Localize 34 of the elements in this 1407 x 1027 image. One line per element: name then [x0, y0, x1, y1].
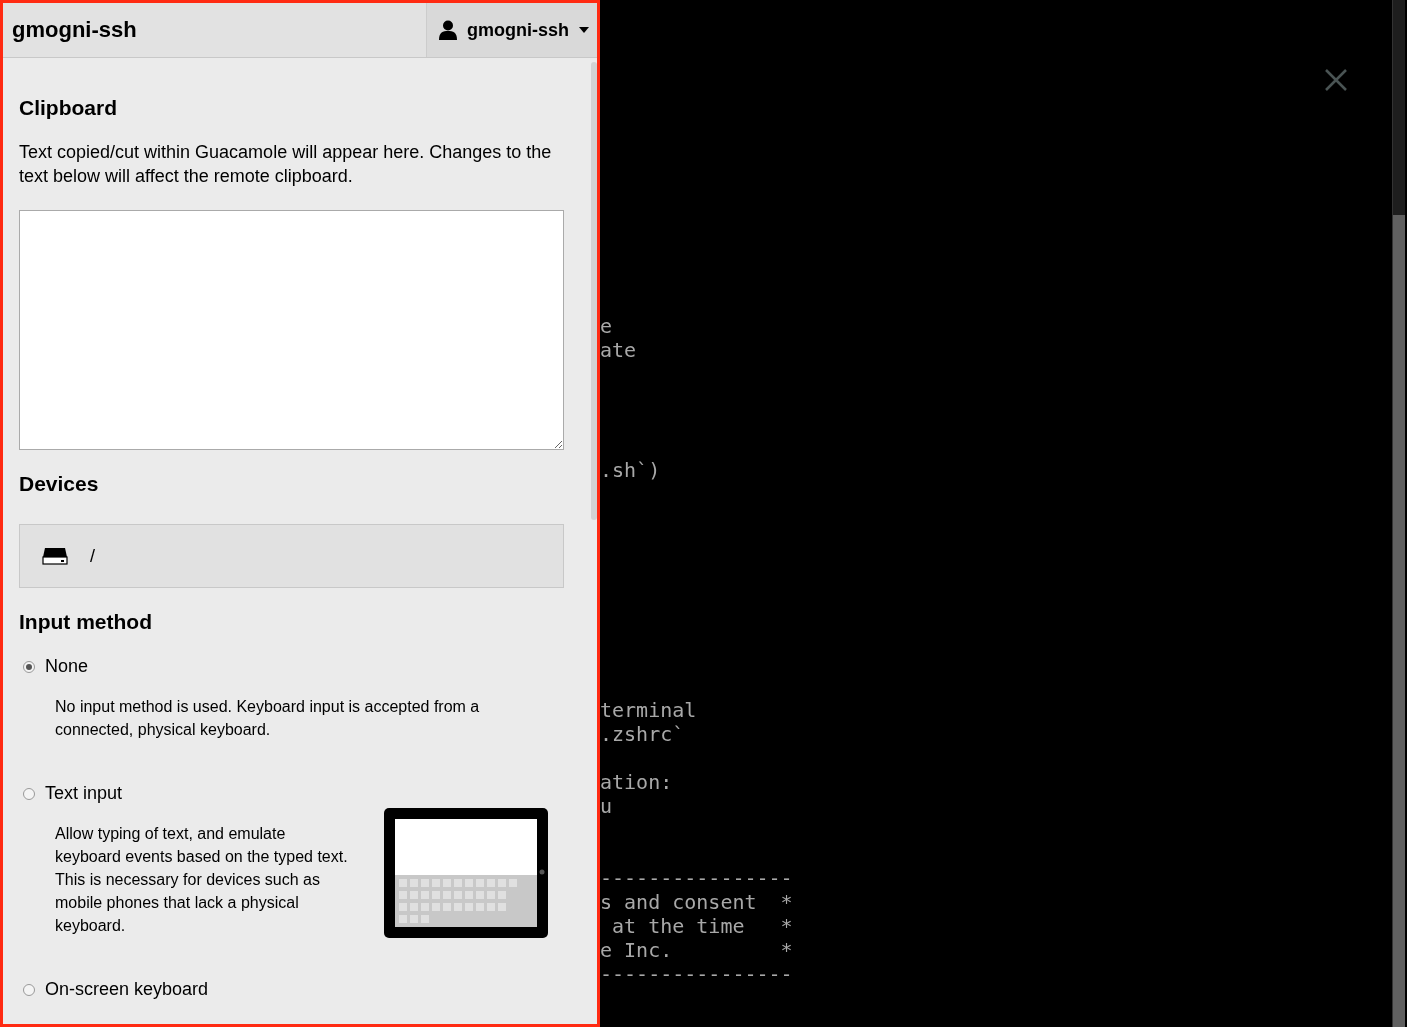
terminal-line: ation: [600, 770, 674, 794]
section-heading: Clipboard [19, 96, 118, 120]
caret-icon [579, 27, 589, 33]
terminal-scrollbar[interactable] [1392, 0, 1405, 1027]
terminal-line: u [600, 794, 614, 818]
drive-icon [42, 546, 68, 566]
user-icon [439, 20, 457, 40]
radio-button[interactable] [23, 983, 35, 996]
terminal-line: e [600, 314, 614, 338]
terminal-line: ---------------- [600, 866, 794, 890]
terminal-line: .zshrc` [600, 722, 686, 746]
section-heading: Devices [19, 472, 100, 496]
radio-option[interactable]: Text input [19, 783, 568, 804]
terminal-line: ---------------- [600, 962, 794, 986]
scrollbar[interactable] [591, 62, 597, 520]
user-menu-button[interactable]: gmogni-ssh [426, 3, 597, 57]
option-description: Allow typing of text, and emulate keyboard events based on the typed text. This is necessary for devices such as mobile phones that lack a physical keyboard. [55, 824, 349, 936]
terminal-line: at the time * [611, 914, 794, 938]
terminal-line: s and consent * [600, 890, 794, 914]
option-description: No input method is used. Keyboard input is accepted from a connected, physical keyboard. [55, 697, 481, 740]
close-icon[interactable] [1325, 69, 1347, 91]
radio-option[interactable]: On-screen keyboard [19, 979, 568, 1000]
terminal-line: e Inc. * [600, 938, 794, 962]
clipboard-description: Text copied/cut within Guacamole will appear here. Changes to the text below will affect the remote clipboard. [19, 141, 553, 188]
device-item[interactable]: / [19, 524, 564, 588]
panel-title: gmogni-ssh [11, 16, 138, 44]
section-heading: Input method [19, 610, 153, 634]
terminal-line: ate [600, 338, 638, 362]
terminal-line: .sh`) [600, 458, 662, 482]
clipboard-text-area[interactable] [19, 210, 564, 450]
radio-button[interactable] [23, 660, 35, 673]
terminal-line: terminal [600, 698, 698, 722]
radio-option[interactable]: None [19, 656, 568, 677]
radio-button[interactable] [23, 787, 35, 800]
